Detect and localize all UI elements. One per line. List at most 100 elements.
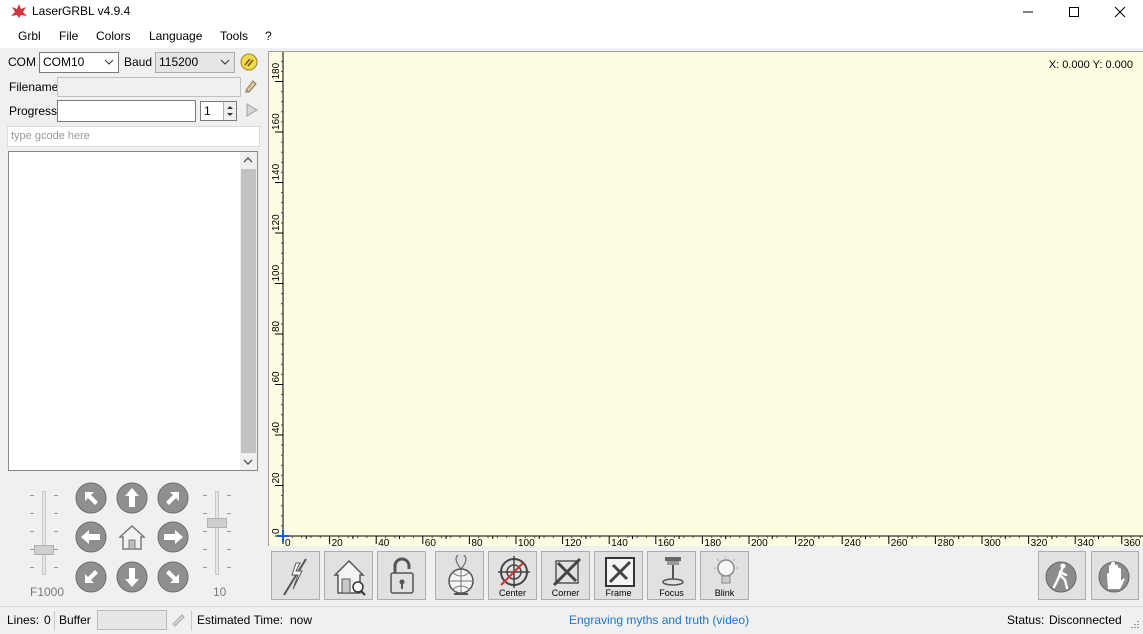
stepper-arrows-icon (227, 106, 233, 116)
lightning-icon (283, 558, 307, 596)
crosshair-icon (498, 556, 530, 588)
menu-file[interactable]: File (59, 29, 78, 43)
open-file-icon[interactable] (243, 78, 259, 94)
baud-select[interactable]: 115200 (155, 52, 235, 73)
baud-label: Baud (124, 55, 153, 69)
x-tick-label: 100 (518, 538, 535, 547)
buffer-bar (97, 610, 167, 630)
y-tick-label: 40 (271, 421, 282, 433)
step-slider-thumb[interactable] (207, 518, 227, 528)
com-port-select[interactable]: COM10 (39, 52, 119, 73)
run-icon[interactable] (243, 102, 259, 118)
jog-up-left-button[interactable] (75, 482, 107, 514)
blink-label: Blink (714, 588, 735, 598)
lines-value: 0 (44, 613, 51, 627)
x-tick-label: 20 (332, 538, 344, 547)
laser-logo-icon (11, 4, 27, 18)
menu-language[interactable]: Language (149, 29, 202, 43)
laser-toggle-button[interactable] (271, 551, 320, 600)
chevron-down-icon (104, 59, 114, 65)
scroll-up-icon[interactable] (243, 156, 253, 164)
resize-grip-icon[interactable] (1128, 619, 1140, 631)
walking-person-icon (1045, 561, 1077, 593)
unlock-button[interactable] (377, 551, 426, 600)
buffer-clear-icon[interactable] (170, 612, 186, 628)
window-title: LaserGRBL v4.9.4 (32, 4, 131, 18)
corner-label: Corner (551, 588, 580, 598)
preview-canvas[interactable]: 0 20 40 60 80 100 120 140 160 180 200 220 240 260 280 3… (268, 51, 1143, 547)
x-tick-label: 280 (937, 538, 954, 547)
log-scrollbar[interactable] (240, 152, 257, 470)
speed-slider-track[interactable] (42, 491, 46, 575)
jog-home-button[interactable] (116, 521, 148, 553)
blink-button[interactable]: Blink (700, 551, 749, 600)
status-value: Disconnected (1049, 613, 1122, 627)
minimize-icon (1023, 11, 1033, 13)
x-tick-label: 120 (565, 538, 582, 547)
focus-icon (662, 557, 684, 586)
gcode-input[interactable]: type gcode here (7, 126, 260, 147)
y-tick-label: 140 (271, 163, 282, 180)
menu-grbl[interactable]: Grbl (18, 29, 41, 43)
home-search-icon (333, 559, 366, 596)
maximize-button[interactable] (1051, 0, 1097, 24)
homing-button[interactable] (324, 551, 373, 600)
x-tick-label: 340 (1077, 538, 1094, 547)
x-tick-label: 200 (751, 538, 768, 547)
estimated-time-label: Estimated Time: (197, 613, 284, 627)
baud-value: 115200 (159, 55, 199, 69)
menu-help[interactable]: ? (265, 29, 272, 43)
menu-tools[interactable]: Tools (220, 29, 248, 43)
y-tick-label: 180 (271, 62, 282, 79)
y-tick-label: 60 (271, 371, 282, 383)
x-tick-label: 320 (1031, 538, 1048, 547)
frame-button[interactable]: Frame (594, 551, 643, 600)
jog-left-button[interactable] (75, 521, 107, 553)
minimize-button[interactable] (1005, 0, 1051, 24)
jog-down-right-button[interactable] (157, 561, 189, 593)
progress-label: Progress (9, 104, 58, 118)
speed-slider-thumb[interactable] (34, 545, 54, 555)
x-tick-label: 240 (844, 538, 861, 547)
close-button[interactable] (1097, 0, 1143, 24)
x-tick-label: 40 (378, 538, 390, 547)
jog-up-button[interactable] (116, 482, 148, 514)
progress-bar (57, 100, 196, 122)
focus-button[interactable]: Focus (647, 551, 696, 600)
scroll-thumb[interactable] (241, 169, 256, 453)
menu-colors[interactable]: Colors (96, 29, 131, 43)
y-tick-label: 120 (271, 214, 282, 231)
scroll-down-icon[interactable] (243, 458, 253, 466)
center-button[interactable]: Center (488, 551, 537, 600)
corner-icon (552, 557, 582, 587)
set-origin-button[interactable] (435, 551, 484, 600)
lines-label: Lines: (7, 613, 40, 627)
command-log[interactable] (8, 151, 258, 471)
resume-button[interactable] (1038, 551, 1086, 600)
step-slider-track[interactable] (215, 491, 219, 575)
menu-bar: Grbl File Colors Language Tools ? (0, 24, 1143, 48)
stop-button[interactable] (1091, 551, 1139, 600)
x-tick-label: 260 (891, 538, 908, 547)
lightbulb-icon (714, 556, 738, 584)
engraving-video-link[interactable]: Engraving myths and truth (video) (569, 613, 749, 627)
jog-down-button[interactable] (116, 561, 148, 593)
jog-down-left-button[interactable] (75, 561, 107, 593)
passes-value: 1 (204, 104, 211, 118)
focus-label: Focus (659, 588, 684, 598)
x-tick-label: 80 (471, 538, 483, 547)
x-tick-label: 180 (704, 538, 721, 547)
y-tick-label: 160 (271, 113, 282, 130)
filename-field (57, 77, 241, 97)
jog-right-button[interactable] (157, 521, 189, 553)
jog-up-right-button[interactable] (157, 482, 189, 514)
x-tick-label: 140 (611, 538, 628, 547)
connect-icon[interactable] (239, 52, 259, 72)
corner-button[interactable]: Corner (541, 551, 590, 600)
maximize-icon (1069, 7, 1079, 17)
x-tick-label: 0 (285, 538, 291, 547)
y-tick-label: 80 (271, 320, 282, 332)
filename-label: Filename (9, 80, 59, 94)
passes-stepper[interactable]: 1 (200, 101, 237, 121)
x-tick-label: 220 (798, 538, 815, 547)
